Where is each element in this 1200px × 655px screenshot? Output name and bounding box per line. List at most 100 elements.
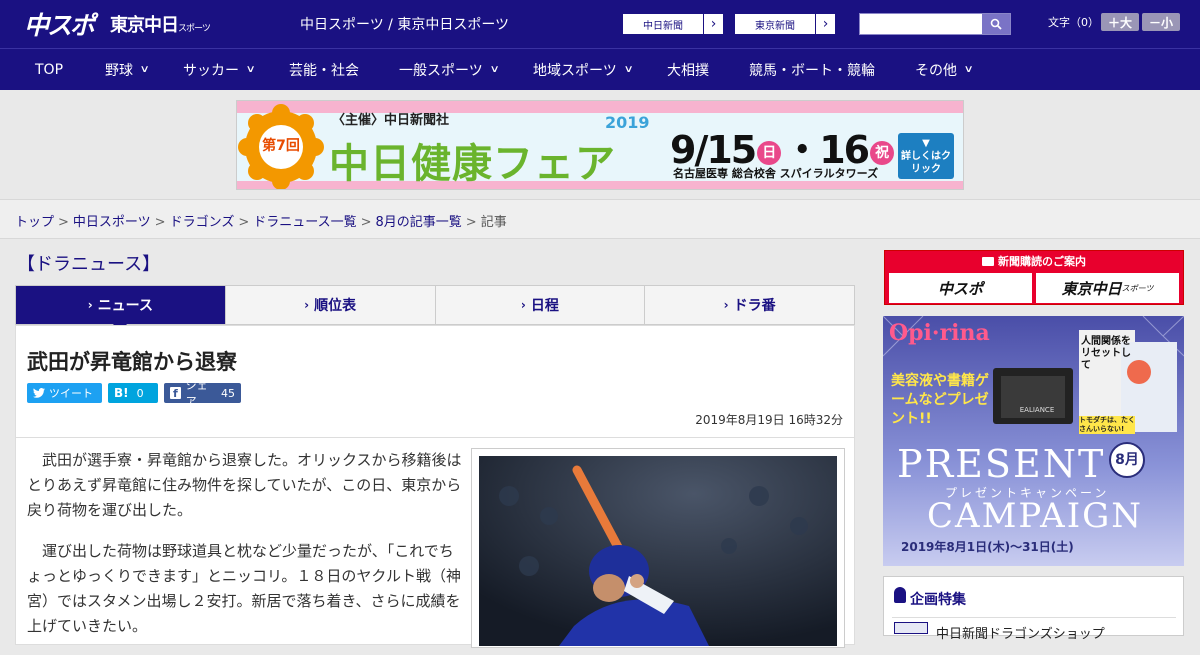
tab-label: 日程 xyxy=(530,298,559,314)
subscribe-tokyo-chunichi-label: 東京中日 xyxy=(1061,279,1122,298)
tokyo-chunichi-logo-text: 東京中日 xyxy=(110,15,179,36)
breadcrumb-separator: > xyxy=(58,215,69,230)
chevron-down-icon: ∨ xyxy=(245,64,256,75)
tab-dora-ban[interactable]: › ドラ番 xyxy=(644,286,854,324)
nav-top[interactable]: TOP xyxy=(35,49,63,90)
banner-cta-label: 詳しくはクリック xyxy=(901,151,951,175)
facebook-share-button[interactable]: f シェア 45 xyxy=(164,379,241,408)
chevron-right-icon: › xyxy=(87,298,93,312)
banner-year: 2019 xyxy=(605,113,650,132)
banner-venue: 名古屋医専 総合校舎 スパイラルタワーズ xyxy=(673,167,879,180)
campaign-gift-text: 美容液や書籍ゲームなどプレゼント!! xyxy=(891,373,989,427)
subscribe-tokyo-chunichi-button[interactable]: 東京中日 スポーツ xyxy=(1036,273,1179,303)
tab-label: ニュース xyxy=(97,298,153,314)
feature-title: 企画特集 xyxy=(910,592,966,608)
banner-event-name: 中日健康フェア xyxy=(329,141,616,187)
chuspo-logo[interactable]: 中スポ xyxy=(24,6,95,42)
subscription-title: 新聞購読のご案内 xyxy=(885,253,1183,269)
breadcrumb-bar: トップ > 中日スポーツ > ドラゴンズ > ドラニュース一覧 >8月の記事一覧 > 記事 xyxy=(0,199,1200,239)
tokyo-chunichi-logo[interactable]: 東京中日スポーツ xyxy=(110,11,211,37)
search-button[interactable] xyxy=(982,14,1010,34)
chevron-right-icon: › xyxy=(703,14,723,34)
font-size-label: 文字（0） xyxy=(1048,16,1099,29)
tweet-button[interactable]: ツイート xyxy=(27,383,102,403)
batter-photo-art xyxy=(479,456,837,646)
breadcrumb-news-list[interactable]: ドラニュース一覧 xyxy=(253,215,356,230)
subscription-box[interactable]: 新聞購読のご案内 中スポ 東京中日 スポーツ xyxy=(884,250,1184,305)
ribbon-icon xyxy=(894,587,906,603)
article-date: 2019年8月19日 16時32分 xyxy=(695,413,843,427)
tokyo-shimbun-label: 東京新聞 xyxy=(755,20,795,32)
tab-standings[interactable]: › 順位表 xyxy=(224,286,435,324)
banner-organizer: 〈主催〉中日新聞社 xyxy=(332,113,450,128)
hatena-button[interactable]: B! 0 xyxy=(108,383,158,403)
article-photo[interactable] xyxy=(479,456,837,646)
tab-schedule[interactable]: › 日程 xyxy=(434,286,645,324)
search-box xyxy=(859,13,1011,35)
nav-label: 地域スポーツ xyxy=(533,62,617,79)
nav-baseball[interactable]: 野球 ∨ xyxy=(105,49,150,90)
campaign-month-badge: 8月 xyxy=(1109,442,1145,478)
tab-label: ドラ番 xyxy=(733,298,776,314)
breadcrumb: トップ > 中日スポーツ > ドラゴンズ > ドラニュース一覧 >8月の記事一覧 > 記事 xyxy=(15,211,507,230)
nav-entertainment[interactable]: 芸能・社会 xyxy=(289,49,359,90)
nav-local-sports[interactable]: 地域スポーツ ∨ xyxy=(533,49,634,90)
article-paragraph: 運び出した荷物は野球道具と枕など少量だったが、「これでちょっとゆっくりできます」… xyxy=(27,542,461,635)
nav-general-sports[interactable]: 一般スポーツ ∨ xyxy=(399,49,500,90)
breadcrumb-separator: > xyxy=(360,215,372,230)
breadcrumb-dragons[interactable]: ドラゴンズ xyxy=(170,215,235,230)
chevron-down-icon: ∨ xyxy=(489,64,500,75)
nav-label: 競馬・ボート・競輪 xyxy=(749,62,875,79)
breadcrumb-separator: > xyxy=(465,215,477,230)
subscribe-tokyo-chunichi-small: スポーツ xyxy=(1121,283,1154,293)
breadcrumb-separator: > xyxy=(154,215,166,230)
article-paragraph: 武田が選手寮・昇竜館から退寮した。オリックスから移籍後はとりあえず昇竜館に住み物… xyxy=(27,451,462,519)
newspaper-icon xyxy=(982,257,994,266)
dragons-shop-thumb-icon xyxy=(894,622,928,634)
article: 武田が昇竜館から退寮 ツイート B! 0 f シェア 45 2019年8月19日… xyxy=(15,325,855,648)
chunichi-shimbun-link[interactable]: 中日新聞 › xyxy=(622,13,724,35)
campaign-book-tagline: トモダチは、たくさんいらない! xyxy=(1079,416,1135,434)
campaign-cosme-label: EALIANCE xyxy=(1019,406,1055,414)
nav-sumo[interactable]: 大相撲 xyxy=(667,49,709,90)
search-icon xyxy=(990,18,1002,30)
feature-box: 企画特集 中日新聞ドラゴンズショップ xyxy=(883,576,1184,642)
arrow-down-icon: ▼ xyxy=(922,138,930,149)
breadcrumb-current: 記事 xyxy=(480,215,507,230)
font-larger-button[interactable]: ＋大 xyxy=(1101,13,1139,31)
banner-edition: 第7回 xyxy=(262,138,300,154)
feature-item-dragons-shop[interactable]: 中日新聞ドラゴンズショップ xyxy=(936,623,1105,642)
nav-other[interactable]: その他 ∨ xyxy=(915,49,974,90)
tab-label: 順位表 xyxy=(314,298,357,314)
article-divider xyxy=(16,437,854,438)
nav-label: TOP xyxy=(35,61,64,78)
banner-day-1: 日 xyxy=(757,140,782,165)
banner-cta[interactable]: ▼ 詳しくはクリック xyxy=(898,133,954,179)
breadcrumb-august-list[interactable]: 8月の記事一覧 xyxy=(376,215,462,230)
nav-label: 芸能・社会 xyxy=(289,62,359,79)
nav-label: 大相撲 xyxy=(667,62,709,79)
breadcrumb-top[interactable]: トップ xyxy=(15,215,54,230)
banner-day-2: 祝 xyxy=(870,140,895,165)
chevron-right-icon: › xyxy=(520,298,526,312)
facebook-share-label: シェア xyxy=(185,379,208,408)
nav-label: 野球 xyxy=(105,62,133,79)
nav-soccer[interactable]: サッカー ∨ xyxy=(183,49,256,90)
main-nav: TOP 野球 ∨ サッカー ∨ 芸能・社会 一般スポーツ ∨ 地域スポーツ ∨ 大相撲 … xyxy=(0,48,1200,90)
font-smaller-button[interactable]: －小 xyxy=(1142,13,1180,31)
nav-label: その他 xyxy=(915,62,957,79)
twitter-icon xyxy=(33,388,45,398)
chevron-down-icon: ∨ xyxy=(963,64,974,75)
nav-racing[interactable]: 競馬・ボート・競輪 xyxy=(749,49,875,90)
tokyo-shimbun-link[interactable]: 東京新聞 › xyxy=(734,13,836,35)
tab-news[interactable]: › ニュース xyxy=(16,286,225,332)
article-photo-frame xyxy=(471,448,845,648)
nav-label: サッカー xyxy=(183,62,239,79)
present-campaign-ad[interactable]: Opi·rina 美容液や書籍ゲームなどプレゼント!! EALIANCE 人間関… xyxy=(883,316,1184,566)
subscribe-chuspo-button[interactable]: 中スポ xyxy=(889,273,1032,303)
breadcrumb-chuspo[interactable]: 中日スポーツ xyxy=(73,215,151,230)
search-input[interactable] xyxy=(860,14,982,34)
chunichi-shimbun-label: 中日新聞 xyxy=(643,20,683,32)
health-fair-banner[interactable]: 第7回 〈主催〉中日新聞社 2019 中日健康フェア 9/15 日・16 祝 名古屋… xyxy=(236,100,964,190)
site-header: 中スポ 東京中日スポーツ 中日スポーツ / 東京中日スポーツ 中日新聞 › 東京… xyxy=(0,0,1200,48)
